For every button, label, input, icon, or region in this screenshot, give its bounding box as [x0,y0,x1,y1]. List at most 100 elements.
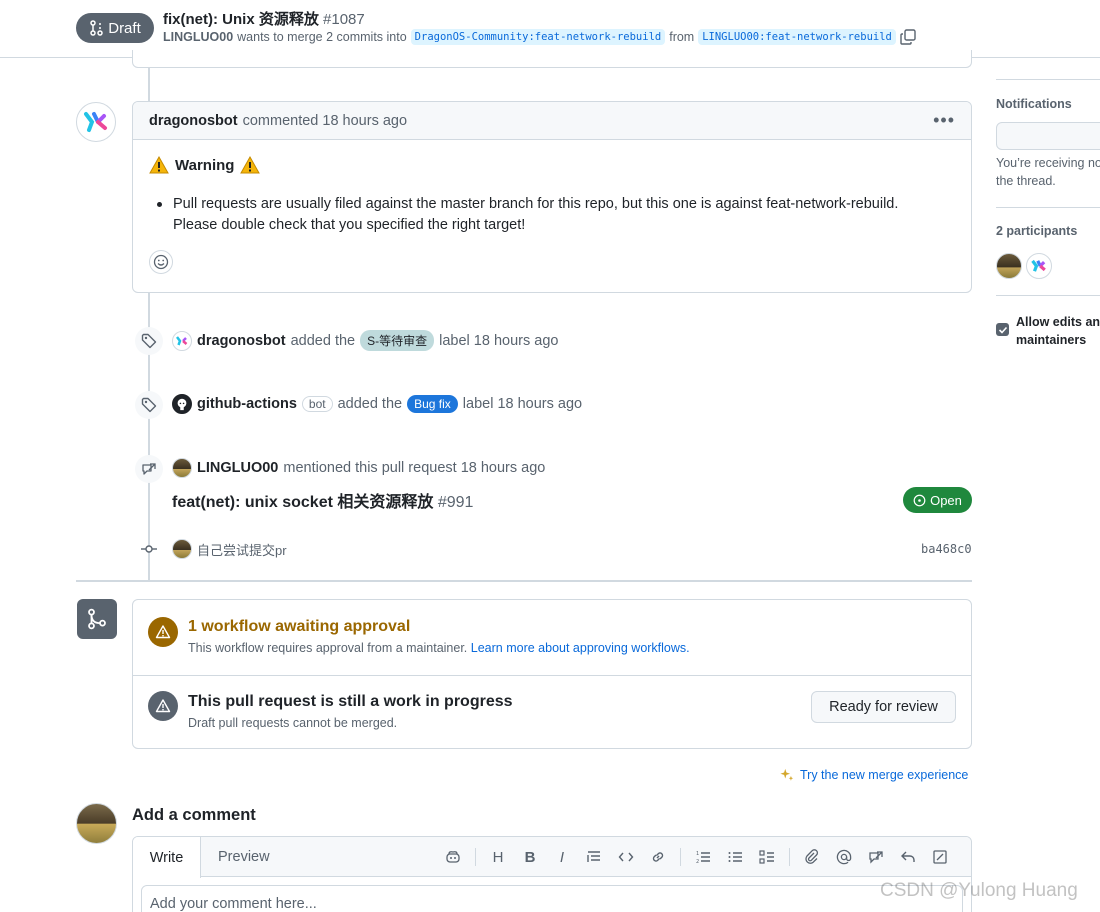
referenced-pr-title[interactable]: feat(net): unix socket 相关资源释放 [172,494,433,511]
event-suffix[interactable]: label 18 hours ago [463,396,582,412]
open-status-badge: Open [903,487,972,513]
allow-edits-checkbox[interactable] [996,323,1009,336]
referenced-pr[interactable]: feat(net): unix socket 相关资源释放 #991 [172,488,473,512]
unordered-list-icon[interactable] [725,847,745,867]
head-branch[interactable]: LINGLUO00:feat-network-rebuild [698,29,896,45]
merge-text: wants to merge 2 commits into [237,30,407,44]
event-suffix[interactable]: label 18 hours ago [439,333,558,349]
commit-message[interactable]: 自己尝试提交pr [197,540,287,559]
code-icon[interactable] [616,847,636,867]
copy-icon[interactable] [900,29,916,45]
event-action: added the [290,332,356,349]
mention-icon[interactable] [834,847,854,867]
allow-line-1: Allow edits an [1016,315,1100,329]
ready-for-review-button[interactable]: Ready for review [811,691,956,723]
participant-avatar-dragonosbot[interactable] [1026,253,1052,279]
toolbar-separator [789,848,790,866]
reply-icon[interactable] [898,847,918,867]
draft-pr-icon [90,20,103,36]
draft-label: Draft [108,19,141,37]
italic-icon[interactable]: I [552,847,572,867]
learn-more-link[interactable]: Learn more about approving workflows. [471,641,690,655]
merge-box-icon [77,599,117,639]
allow-line-2: maintainers [1016,333,1087,347]
dragonos-logo-icon [176,335,188,345]
more-options-icon[interactable]: ••• [933,110,955,131]
comment-author[interactable]: dragonosbot [149,113,238,129]
notif-line-2: the thread. [996,174,1056,188]
github-octocat-icon [177,398,187,411]
paperclip-icon[interactable] [802,847,822,867]
add-comment-heading: Add a comment [132,806,256,824]
dragonosbot-avatar[interactable] [76,102,116,142]
workflow-description: This workflow requires approval from a m… [188,641,690,655]
event-actor[interactable]: github-actions [197,396,297,412]
referenced-pr-number: #991 [437,494,474,511]
svg-text:2: 2 [696,859,699,865]
warning-emoji-icon [149,156,169,174]
toolbar-separator [680,848,681,866]
git-merge-icon [88,608,106,630]
try-merge-experience-link[interactable]: Try the new merge experience [780,768,968,782]
tab-write[interactable]: Write [133,837,201,878]
tag-icon [135,391,163,419]
notifications-info: You’re receiving no the thread. [996,154,1100,190]
bold-icon[interactable]: B [520,847,540,867]
github-actions-avatar[interactable] [172,394,192,414]
label-event-2: github-actions bot added the Bug fix lab… [172,394,582,414]
event-action[interactable]: mentioned this pull request 18 hours ago [283,460,545,476]
add-reaction-button[interactable] [149,250,173,274]
sidebar-divider [996,295,1100,296]
check-icon [998,326,1007,334]
from-text: from [669,30,695,44]
ordered-list-icon[interactable]: 12 [693,847,713,867]
tab-preview[interactable]: Preview [218,849,270,865]
fullscreen-icon[interactable] [930,847,950,867]
wip-warning-icon [148,691,178,721]
commit-row: 自己尝试提交pr [172,539,287,559]
bot-comment-card: dragonosbot commented 18 hours ago ••• W… [132,101,972,293]
quote-icon[interactable] [584,847,604,867]
pr-title: fix(net): Unix 资源释放 #1087 [163,8,365,29]
event-action: added the [337,396,403,412]
pr-number: #1087 [323,11,365,28]
sidebar-divider [996,207,1100,208]
comment-header: dragonosbot commented 18 hours ago ••• [133,102,971,140]
notifications-subscribe-button[interactable] [996,122,1100,150]
open-label: Open [930,492,962,508]
merge-status-card: 1 workflow awaiting approval This workfl… [132,599,972,749]
lingluo-mini-avatar[interactable] [172,458,192,478]
task-list-icon[interactable] [757,847,777,867]
draft-status-badge: Draft [76,13,154,43]
dragonosbot-mini-avatar[interactable] [172,330,192,351]
commit-author-avatar[interactable] [172,539,192,559]
label-bug-fix[interactable]: Bug fix [407,395,458,413]
csdn-watermark: CSDN @Yulong Huang [880,880,1078,901]
dragonos-logo-icon [1031,259,1046,272]
comment-textarea[interactable]: Add your comment here... [141,885,963,912]
comment-meta[interactable]: commented 18 hours ago [243,113,407,129]
link-icon[interactable] [648,847,668,867]
base-branch[interactable]: DragonOS-Community:feat-network-rebuild [410,29,666,45]
pr-title-text: fix(net): Unix 资源释放 [163,11,319,28]
pr-author-link[interactable]: LINGLUO00 [163,30,233,44]
tag-icon [135,327,163,355]
bot-badge: bot [301,396,333,412]
wip-title: This pull request is still a work in pro… [188,693,513,710]
issue-open-icon [913,494,926,506]
current-user-avatar[interactable] [76,803,117,844]
label-event-1: dragonosbot added the S-等待审查 label 18 ho… [172,330,558,351]
event-actor[interactable]: dragonosbot [197,333,286,349]
smiley-icon [153,254,169,270]
sparkle-icon [780,768,794,781]
participant-avatar-lingluo[interactable] [996,253,1022,279]
copilot-icon[interactable] [443,847,463,867]
try-merge-text[interactable]: Try the new merge experience [800,768,968,782]
event-actor[interactable]: LINGLUO00 [197,460,278,476]
notif-line-1: You’re receiving no [996,156,1100,170]
cross-reference-icon[interactable] [866,847,886,867]
previous-comment-card [132,50,972,68]
commit-sha[interactable]: ba468c0 [921,542,972,556]
heading-icon[interactable]: H [488,847,508,867]
label-waiting-review[interactable]: S-等待审查 [360,330,435,351]
